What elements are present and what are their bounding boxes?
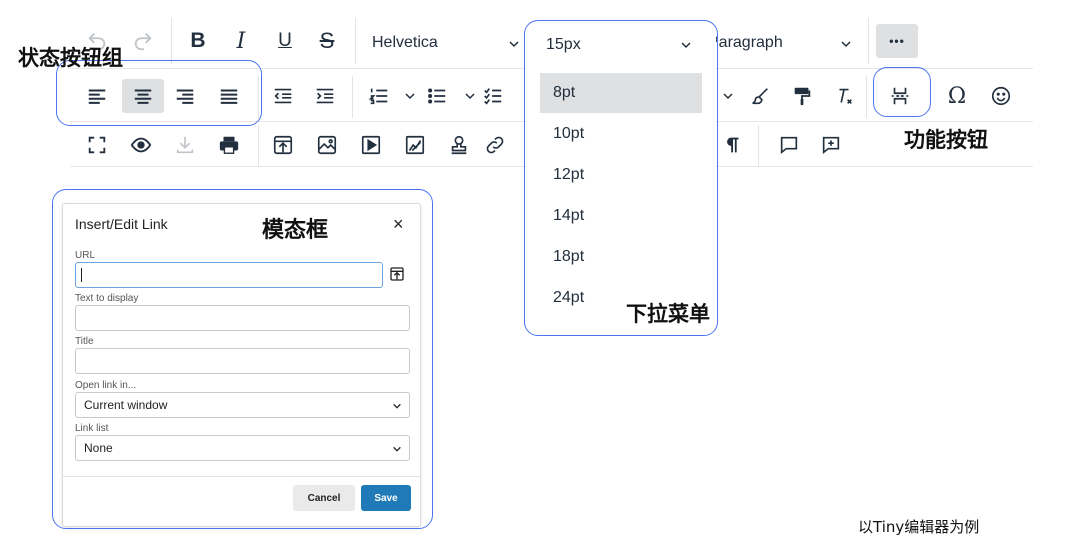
numbered-list-button[interactable]: [362, 79, 396, 113]
redo-icon: [134, 33, 152, 51]
block-format-select[interactable]: Paragraph: [700, 26, 862, 60]
state-buttons-annotation: 状态按钮组: [18, 46, 123, 70]
bullet-list-button[interactable]: [420, 79, 454, 113]
stamp-button[interactable]: [442, 128, 476, 162]
download-icon: [176, 136, 194, 154]
chevron-down-icon[interactable]: [464, 90, 476, 102]
outdent-icon: [274, 88, 292, 104]
insert-chart-button[interactable]: [398, 128, 432, 162]
italic-button[interactable]: I: [224, 24, 258, 58]
fullscreen-button[interactable]: [80, 128, 114, 162]
more-button[interactable]: •••: [876, 24, 918, 58]
emoticons-button[interactable]: [984, 79, 1018, 113]
indent-icon: [316, 88, 334, 104]
indent-button[interactable]: [308, 79, 342, 113]
brush-icon: [752, 88, 768, 105]
chevron-down-icon[interactable]: [404, 90, 416, 102]
omega-icon: Ω: [947, 83, 967, 109]
checklist-button[interactable]: [482, 79, 522, 113]
function-buttons-annotation: 功能按钮: [904, 128, 988, 152]
add-comment-button[interactable]: [814, 128, 848, 162]
bullet-list-icon: [428, 88, 446, 104]
upload-box-icon: [273, 135, 293, 155]
chevron-down-icon[interactable]: [722, 90, 734, 102]
block-format-value: Paragraph: [708, 34, 783, 51]
comment-button[interactable]: [772, 128, 806, 162]
font-family-value: Helvetica: [372, 34, 438, 51]
outdent-button[interactable]: [266, 79, 300, 113]
clear-formatting-icon: [839, 88, 852, 104]
insert-media-button[interactable]: [354, 128, 388, 162]
more-icon: •••: [889, 34, 905, 48]
highlight-button[interactable]: [743, 79, 777, 113]
modal-annotation: 模态框: [262, 218, 329, 243]
stamp-icon: [451, 135, 467, 155]
printer-icon: [219, 136, 239, 154]
print-button[interactable]: [212, 128, 246, 162]
smiley-icon: [991, 86, 1011, 106]
chevron-down-icon: [509, 41, 519, 48]
add-comment-icon: [822, 136, 840, 155]
underline-icon: U: [278, 30, 292, 51]
function-button-outline: [873, 67, 931, 117]
anchor-link-button[interactable]: [484, 128, 514, 162]
format-painter-button[interactable]: [785, 79, 819, 113]
link-icon: [486, 136, 504, 154]
strikethrough-button[interactable]: S: [310, 24, 344, 58]
paint-roller-icon: [794, 87, 811, 106]
footer-caption: 以Tiny编辑器为例: [858, 518, 980, 536]
strikethrough-icon: S: [319, 28, 335, 53]
comment-icon: [780, 136, 798, 155]
show-blocks-button[interactable]: [716, 128, 750, 162]
clear-formatting-button[interactable]: [827, 79, 861, 113]
modal-outline: [52, 189, 433, 529]
chart-box-icon: [405, 135, 425, 155]
font-family-select[interactable]: Helvetica: [362, 26, 530, 60]
italic-icon: I: [236, 28, 246, 54]
dropdown-annotation: 下拉菜单: [626, 302, 710, 326]
redo-button[interactable]: [126, 24, 160, 58]
checklist-icon: [484, 88, 502, 105]
save-document-button[interactable]: [168, 128, 202, 162]
numbered-list-icon: [368, 88, 388, 105]
bold-button[interactable]: B: [181, 24, 215, 58]
eye-icon: [130, 137, 152, 153]
underline-button[interactable]: U: [268, 24, 302, 58]
preview-button[interactable]: [124, 128, 158, 162]
dropdown-outline: [524, 20, 718, 336]
chevron-down-icon: [841, 41, 851, 48]
bold-icon: B: [190, 29, 206, 52]
special-character-button[interactable]: Ω: [940, 79, 974, 113]
fullscreen-icon: [88, 136, 106, 154]
image-icon: [317, 135, 337, 155]
play-icon: [361, 135, 381, 155]
insert-image-button[interactable]: [310, 128, 344, 162]
insert-link-button[interactable]: [266, 128, 300, 162]
pilcrow-icon: [727, 137, 739, 153]
